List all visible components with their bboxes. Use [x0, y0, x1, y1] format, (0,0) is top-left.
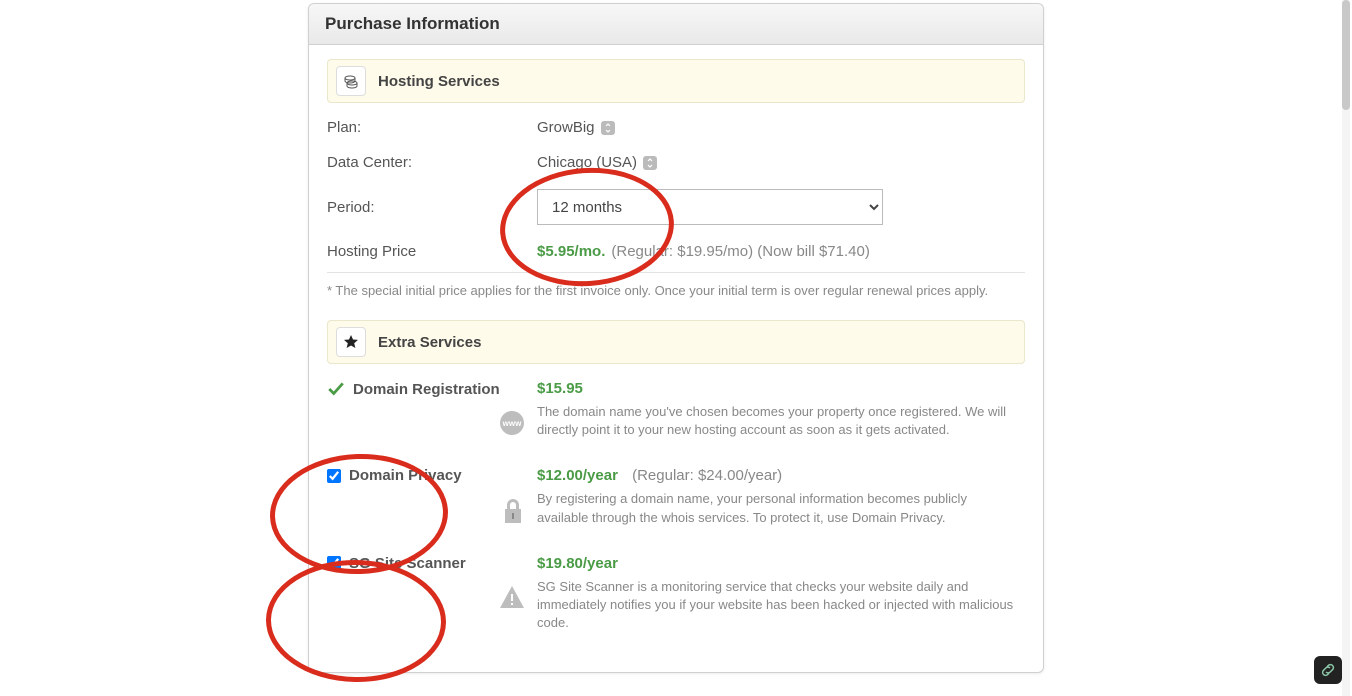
- site-scanner-service: SG Site Scanner $19.80/year SG Site Scan…: [327, 555, 1025, 633]
- datacenter-change-button[interactable]: [643, 156, 657, 170]
- domain-privacy-checkbox[interactable]: [327, 469, 341, 483]
- site-scanner-price: $19.80/year: [537, 555, 618, 572]
- svg-text:www: www: [502, 419, 522, 428]
- purchase-info-panel: Purchase Information Hosting Services Pl…: [308, 3, 1044, 673]
- www-icon: www: [499, 410, 525, 440]
- datacenter-row: Data Center: Chicago (USA): [327, 154, 1025, 171]
- link-widget-button[interactable]: [1314, 656, 1342, 684]
- domain-reg-price: $15.95: [537, 380, 583, 397]
- domain-reg-desc: The domain name you've chosen becomes yo…: [537, 403, 1017, 439]
- extra-services-bar: Extra Services: [327, 320, 1025, 364]
- hosting-price-row: Hosting Price $5.95/mo. (Regular: $19.95…: [327, 243, 1025, 260]
- extras-section-title: Extra Services: [378, 334, 481, 351]
- period-label: Period:: [327, 199, 537, 216]
- scrollbar-thumb[interactable]: [1342, 0, 1350, 110]
- lock-icon: [501, 497, 525, 529]
- alert-triangle-icon: [499, 585, 525, 613]
- hosting-price-label: Hosting Price: [327, 243, 537, 260]
- hosting-price-special: $5.95/mo.: [537, 243, 605, 260]
- hosting-section-title: Hosting Services: [378, 73, 500, 90]
- domain-privacy-regular: (Regular: $24.00/year): [632, 467, 782, 484]
- site-scanner-checkbox[interactable]: [327, 556, 341, 570]
- domain-registration-service: Domain Registration www $15.95 The domai…: [327, 380, 1025, 439]
- plan-value: GrowBig: [537, 119, 595, 136]
- site-scanner-label: SG Site Scanner: [349, 555, 466, 572]
- site-scanner-desc: SG Site Scanner is a monitoring service …: [537, 578, 1017, 633]
- panel-title: Purchase Information: [309, 4, 1043, 45]
- datacenter-value: Chicago (USA): [537, 154, 637, 171]
- hosting-services-bar: Hosting Services: [327, 59, 1025, 103]
- datacenter-label: Data Center:: [327, 154, 537, 171]
- link-icon: [1320, 662, 1336, 678]
- hosting-price-regular: (Regular: $19.95/mo) (Now bill $71.40): [611, 243, 869, 260]
- divider: [327, 272, 1025, 273]
- period-select[interactable]: 12 months: [537, 189, 883, 225]
- coins-icon: [336, 66, 366, 96]
- plan-label: Plan:: [327, 119, 537, 136]
- price-footnote: * The special initial price applies for …: [327, 283, 1025, 298]
- domain-privacy-desc: By registering a domain name, your perso…: [537, 490, 1017, 526]
- check-icon: [327, 380, 345, 398]
- domain-privacy-price: $12.00/year: [537, 467, 618, 484]
- page-scrollbar[interactable]: [1342, 0, 1350, 696]
- domain-privacy-service: Domain Privacy $12.00/year (Regular: $24…: [327, 467, 1025, 526]
- plan-change-button[interactable]: [601, 121, 615, 135]
- domain-reg-label: Domain Registration: [353, 381, 500, 398]
- plan-row: Plan: GrowBig: [327, 119, 1025, 136]
- star-icon: [336, 327, 366, 357]
- period-row: Period: 12 months: [327, 189, 1025, 225]
- domain-privacy-label: Domain Privacy: [349, 467, 462, 484]
